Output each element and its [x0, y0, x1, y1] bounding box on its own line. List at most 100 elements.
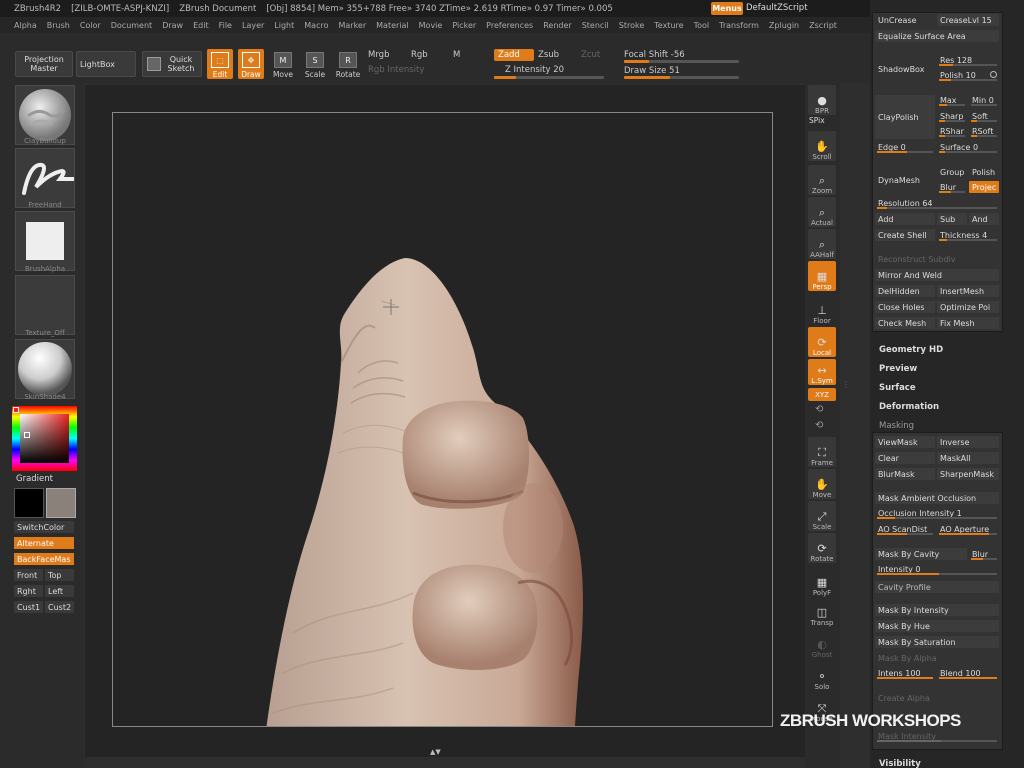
document-canvas[interactable]: ▲▼ [85, 85, 805, 757]
dynamesh-button[interactable]: DynaMesh [875, 174, 935, 186]
move-view-button[interactable]: ✋ Move [808, 469, 836, 499]
inverse-mask-button[interactable]: Inverse [937, 436, 999, 448]
gradient-label[interactable]: Gradient [16, 474, 53, 484]
uncrease-button[interactable]: UnCrease [875, 14, 935, 26]
dynamesh-blur-slider[interactable]: Blur [937, 181, 967, 193]
right-view-button[interactable]: Rght [14, 585, 43, 597]
menu-stroke[interactable]: Stroke [619, 21, 645, 30]
close-holes-button[interactable]: Close Holes [875, 301, 935, 313]
floor-button[interactable]: ⊥ Floor [808, 295, 836, 325]
mask-by-hue-button[interactable]: Mask By Hue [875, 620, 999, 632]
menu-draw[interactable]: Draw [162, 21, 183, 30]
saturation-square[interactable] [20, 414, 69, 463]
xyz-button[interactable]: XYZ [808, 388, 836, 401]
cavity-blur-slider[interactable]: Blur [969, 548, 999, 560]
del-hidden-button[interactable]: DelHidden [875, 285, 935, 297]
check-mesh-button[interactable]: Check Mesh [875, 317, 935, 329]
default-zscript-button[interactable]: DefaultZScript [746, 3, 808, 13]
menu-render[interactable]: Render [543, 21, 571, 30]
create-shell-button[interactable]: Create Shell [875, 229, 935, 241]
menu-color[interactable]: Color [80, 21, 101, 30]
menu-zplugin[interactable]: Zplugin [769, 21, 799, 30]
mirror-and-weld-button[interactable]: Mirror And Weld [875, 269, 999, 281]
mask-ambient-occlusion-button[interactable]: Mask Ambient Occlusion [875, 492, 999, 504]
brush-thumbnail[interactable] [15, 85, 75, 145]
focal-shift-slider[interactable]: Focal Shift -56 [624, 50, 685, 60]
zoom-button[interactable]: ⌕ Zoom [808, 165, 836, 195]
viewmask-button[interactable]: ViewMask [875, 436, 935, 448]
ao-scandist-slider[interactable]: AO ScanDist [875, 523, 935, 535]
scroll-button[interactable]: ✋ Scroll [808, 131, 836, 161]
perspective-button[interactable]: ▦ Persp [808, 261, 836, 291]
zcut-toggle[interactable]: Zcut [581, 50, 600, 60]
shadowbox-button[interactable]: ShadowBox [875, 63, 935, 75]
ao-aperture-slider[interactable]: AO Aperture [937, 523, 999, 535]
dynamesh-project-toggle[interactable]: Projec [969, 181, 999, 193]
and-button[interactable]: And [969, 213, 999, 225]
equalize-surface-area-button[interactable]: Equalize Surface Area [875, 30, 999, 42]
rgb-intensity-slider[interactable]: Rgb Intensity [368, 65, 424, 75]
mask-blend-slider[interactable]: Blend 100 [937, 667, 999, 679]
m-toggle[interactable]: M [453, 50, 460, 60]
surface-slider[interactable]: Surface 0 [937, 141, 999, 153]
preview-header[interactable]: Preview [879, 364, 917, 374]
texture-thumbnail[interactable] [15, 275, 75, 335]
edge-slider[interactable]: Edge 0 [875, 141, 935, 153]
front-view-button[interactable]: Front [14, 569, 43, 581]
claypolish-button[interactable]: ClayPolish [875, 95, 935, 139]
blur-mask-button[interactable]: BlurMask [875, 468, 935, 480]
mask-by-alpha-button[interactable]: Mask By Alpha [875, 652, 999, 664]
actual-size-button[interactable]: ⌕ Actual [808, 197, 836, 227]
menu-file[interactable]: File [219, 21, 232, 30]
mrgb-toggle[interactable]: Mrgb [368, 50, 389, 60]
mask-by-cavity-button[interactable]: Mask By Cavity [875, 548, 967, 560]
menu-preferences[interactable]: Preferences [486, 21, 533, 30]
dynamesh-group-toggle[interactable]: Group [937, 166, 967, 178]
menu-edit[interactable]: Edit [193, 21, 209, 30]
polish-circle-icon[interactable] [990, 71, 997, 78]
geometry-hd-header[interactable]: Geometry HD [879, 345, 943, 355]
menu-alpha[interactable]: Alpha [14, 21, 37, 30]
dynamesh-polish-toggle[interactable]: Polish [969, 166, 999, 178]
claypolish-rsharp-slider[interactable]: RShar [937, 125, 967, 137]
panel-collapse-handle[interactable]: ⋮ [842, 380, 850, 400]
mask-by-saturation-button[interactable]: Mask By Saturation [875, 636, 999, 648]
quick-sketch-button[interactable]: Quick Sketch [142, 51, 202, 77]
menu-stencil[interactable]: Stencil [582, 21, 609, 30]
claypolish-min-slider[interactable]: Min 0 [969, 94, 999, 106]
local-symmetry-button[interactable]: ↔ L.Sym [808, 359, 836, 385]
menu-macro[interactable]: Macro [304, 21, 328, 30]
masking-header[interactable]: Masking [879, 421, 914, 431]
dynamesh-resolution-slider[interactable]: Resolution 64 [875, 197, 999, 209]
claypolish-max-slider[interactable]: Max [937, 94, 967, 106]
fix-mesh-button[interactable]: Fix Mesh [937, 317, 999, 329]
menu-light[interactable]: Light [274, 21, 294, 30]
menu-tool[interactable]: Tool [694, 21, 710, 30]
create-alpha-button[interactable]: Create Alpha [875, 692, 999, 704]
custom2-view-button[interactable]: Cust2 [45, 601, 74, 613]
occlusion-intensity-slider[interactable]: Occlusion Intensity 1 [875, 507, 999, 519]
rgb-toggle[interactable]: Rgb [411, 50, 428, 60]
claypolish-sharp-slider[interactable]: Sharp [937, 110, 967, 122]
stroke-thumbnail[interactable] [15, 148, 78, 208]
alpha-thumbnail[interactable] [15, 211, 75, 271]
transparency-button[interactable]: ◫ Transp [808, 597, 836, 627]
rotate-view-button[interactable]: ⟳ Rotate [808, 533, 836, 563]
menu-document[interactable]: Document [111, 21, 152, 30]
solo-button[interactable]: ⚬ Solo [808, 661, 836, 691]
move-mode-button[interactable]: M Move [270, 49, 296, 79]
color-picker[interactable] [12, 406, 77, 471]
mask-intensity-slider[interactable]: Mask Intensity [875, 730, 999, 742]
top-view-button[interactable]: Top [45, 569, 74, 581]
mask-all-button[interactable]: MaskAll [937, 452, 999, 464]
main-color-swatch[interactable] [14, 488, 44, 518]
draw-mode-button[interactable]: ✥ Draw [238, 49, 264, 79]
material-thumbnail[interactable] [15, 339, 75, 399]
res-slider[interactable]: Res 128 [937, 54, 999, 66]
custom1-view-button[interactable]: Cust1 [14, 601, 43, 613]
polyframe-button[interactable]: ▦ PolyF [808, 567, 836, 597]
thickness-slider[interactable]: Thickness 4 [937, 229, 999, 241]
ghost-button[interactable]: ◐ Ghost [808, 629, 836, 659]
local-button[interactable]: ⟳ Local [808, 327, 836, 357]
menu-movie[interactable]: Movie [419, 21, 443, 30]
